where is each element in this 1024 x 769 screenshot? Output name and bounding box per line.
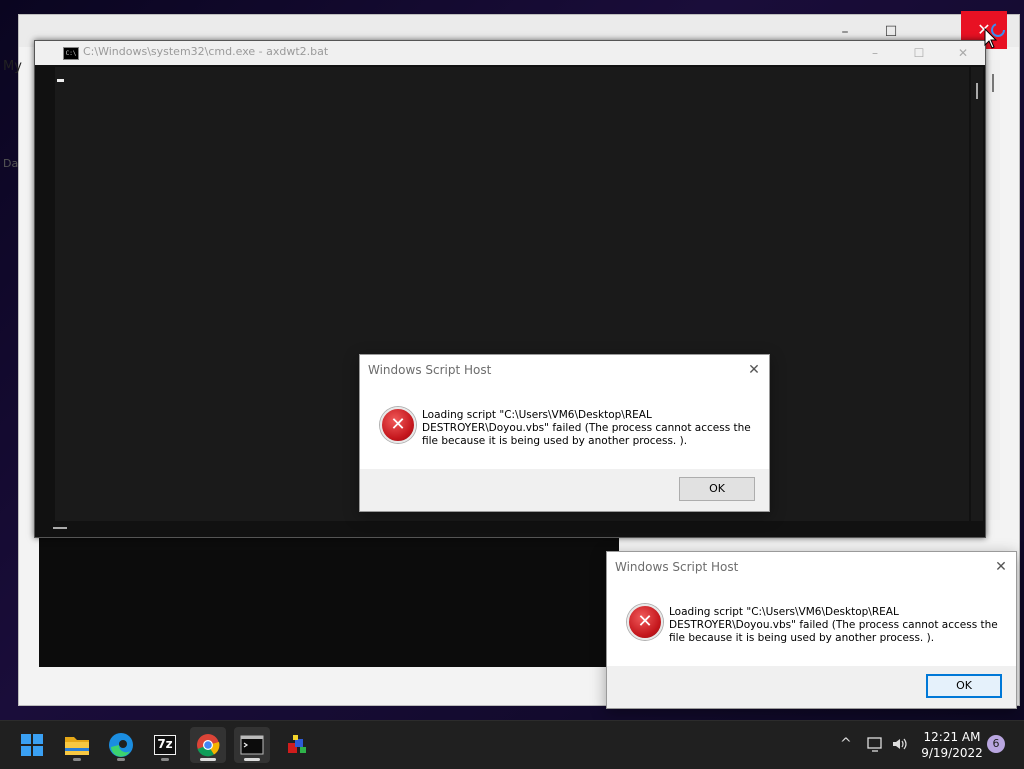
- ok-button[interactable]: OK: [679, 477, 755, 501]
- busy-spinner-icon: [991, 23, 1005, 37]
- tray-overflow-chevron[interactable]: ^: [840, 736, 852, 752]
- volume-icon[interactable]: [890, 735, 910, 753]
- running-indicator: [244, 758, 260, 761]
- network-icon[interactable]: [865, 735, 885, 753]
- notification-badge[interactable]: 6: [987, 735, 1005, 753]
- error-icon: ✕: [380, 407, 416, 443]
- taskbar-edge[interactable]: [103, 727, 139, 763]
- clock-date: 9/19/2022: [921, 746, 983, 760]
- running-indicator: [161, 758, 169, 761]
- bg-left-label: My: [3, 59, 22, 74]
- cmd-scrollbar-thumb[interactable]: [976, 83, 978, 99]
- cmd-app-icon: C:\: [63, 47, 79, 60]
- cmd-close-button[interactable]: ✕: [941, 41, 985, 65]
- script-host-error-dialog: Windows Script Host ✕ ✕ Loading script "…: [359, 354, 770, 512]
- taskbar-chrome[interactable]: [190, 727, 226, 763]
- dialog-footer: OK: [607, 666, 1016, 708]
- background-scrollbar[interactable]: [986, 60, 1000, 520]
- dialog-footer: OK: [360, 469, 769, 511]
- ok-button[interactable]: OK: [926, 674, 1002, 698]
- console-cursor: [57, 79, 64, 82]
- taskbar-cmd[interactable]: [234, 727, 270, 763]
- dialog-close-button[interactable]: ✕: [990, 557, 1012, 577]
- running-indicator: [117, 758, 125, 761]
- script-host-error-dialog-2: Windows Script Host ✕ ✕ Loading script "…: [606, 551, 1017, 709]
- cmd-titlebar[interactable]: C:\ C:\Windows\system32\cmd.exe - axdwt2…: [35, 41, 985, 65]
- background-scrollbar-thumb[interactable]: [992, 74, 994, 92]
- background-console-area: [39, 535, 619, 667]
- bg-left-sub-label: Da: [3, 157, 19, 170]
- windows-logo-icon: [21, 734, 43, 756]
- dialog-message: Loading script "C:\Users\VM6\Desktop\REA…: [669, 606, 998, 644]
- taskbar-file-explorer[interactable]: [59, 727, 95, 763]
- dialog-close-button[interactable]: ✕: [743, 360, 765, 380]
- cmd-scrollbar[interactable]: [971, 67, 983, 521]
- dialog-title: Windows Script Host: [615, 560, 739, 574]
- 7zip-label: 7z: [157, 737, 173, 751]
- cmd-window-title: C:\Windows\system32\cmd.exe - axdwt2.bat: [83, 45, 329, 58]
- dialog-message: Loading script "C:\Users\VM6\Desktop\REA…: [422, 409, 751, 447]
- taskbar-app[interactable]: [278, 727, 314, 763]
- app-icon: [288, 735, 306, 753]
- taskbar: 7z ^ 12:21 AM 9/19/2022: [0, 720, 1024, 769]
- running-indicator: [200, 758, 216, 761]
- start-button[interactable]: [14, 727, 50, 763]
- dialog-title: Windows Script Host: [368, 363, 492, 377]
- error-icon: ✕: [627, 604, 663, 640]
- clock[interactable]: 12:21 AM 9/19/2022: [912, 729, 992, 761]
- taskbar-7zip[interactable]: 7z: [147, 727, 183, 763]
- cmd-minimize-button[interactable]: –: [853, 41, 897, 65]
- cmd-horizontal-scroll-thumb[interactable]: [53, 527, 67, 529]
- clock-time: 12:21 AM: [923, 730, 981, 744]
- running-indicator: [73, 758, 81, 761]
- cmd-maximize-button[interactable]: ☐: [897, 41, 941, 65]
